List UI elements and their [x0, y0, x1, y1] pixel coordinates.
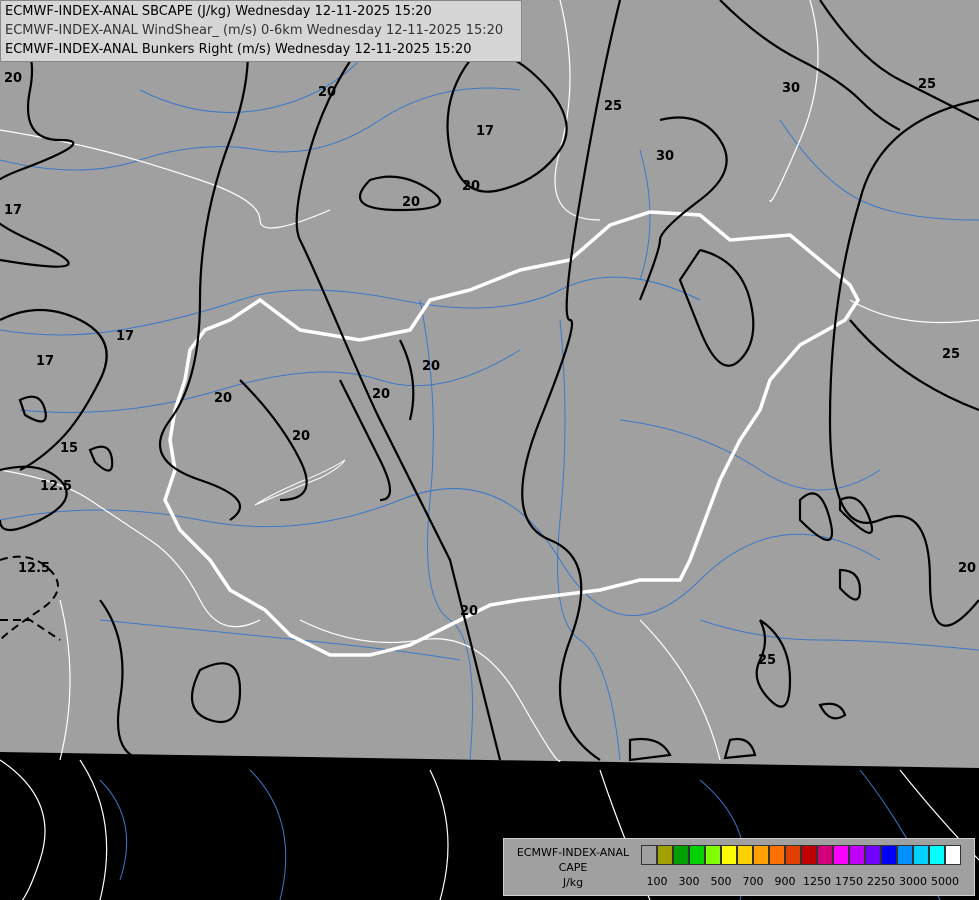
legend-swatch [785, 845, 801, 865]
legend-swatches [641, 845, 961, 867]
contour-label: 20 [4, 71, 22, 86]
contour-label: 25 [942, 347, 960, 362]
legend-tick-label: 100 [646, 875, 668, 888]
legend-swatch [737, 845, 753, 865]
legend-model: ECMWF-INDEX-ANAL [516, 846, 630, 859]
title-box: ECMWF-INDEX-ANAL SBCAPE (J/kg) Wednesday… [0, 0, 522, 62]
contour-label: 20 [462, 179, 480, 194]
model-domain [0, 0, 979, 768]
contour-label: 30 [782, 81, 800, 96]
contour-label: 12.5 [40, 479, 72, 494]
legend-title: ECMWF-INDEX-ANAL CAPE J/kg [508, 845, 638, 890]
legend-swatch [833, 845, 849, 865]
legend-tick-label: 700 [742, 875, 764, 888]
contour-label: 17 [4, 203, 22, 218]
contour-label: 15 [60, 441, 78, 456]
legend-tick-label: 3000 [899, 875, 927, 888]
title-line-sbcape: ECMWF-INDEX-ANAL SBCAPE (J/kg) Wednesday… [5, 4, 432, 19]
contour-label: 25 [918, 77, 936, 92]
contour-label: 17 [116, 329, 134, 344]
weather-map: 20 17 17 17 15 12.5 12.5 20 20 20 20 20 … [0, 0, 979, 900]
contour-label: 25 [604, 99, 622, 114]
legend-swatch [769, 845, 785, 865]
legend-swatch [817, 845, 833, 865]
contour-label: 20 [318, 85, 336, 100]
legend-unit: J/kg [562, 876, 584, 889]
title-line-windshear: ECMWF-INDEX-ANAL WindShear_ (m/s) 0-6km … [5, 23, 504, 38]
legend-swatch [753, 845, 769, 865]
legend-ticks: 100 300 500 700 900 1250 1750 2250 3000 5000 [641, 875, 971, 889]
legend-swatch [801, 845, 817, 865]
contour-label: 25 [758, 653, 776, 668]
contour-label: 20 [958, 561, 976, 576]
legend-tick-label: 900 [774, 875, 796, 888]
cape-legend: ECMWF-INDEX-ANAL CAPE J/kg 100 300 500 700 9… [503, 838, 975, 896]
contour-label: 20 [460, 604, 478, 619]
contour-label: 20 [422, 359, 440, 374]
legend-tick-label: 5000 [931, 875, 959, 888]
legend-swatch [689, 845, 705, 865]
legend-tick-label: 1750 [835, 875, 863, 888]
legend-tick-label: 300 [678, 875, 700, 888]
legend-swatch [913, 845, 929, 865]
contour-label: 20 [372, 387, 390, 402]
contour-label: 20 [292, 429, 310, 444]
legend-swatch [849, 845, 865, 865]
legend-swatch [641, 845, 657, 865]
legend-tick-label: 2250 [867, 875, 895, 888]
contour-label: 30 [656, 149, 674, 164]
contour-label: 20 [402, 195, 420, 210]
legend-tick-label: 500 [710, 875, 732, 888]
legend-swatch [705, 845, 721, 865]
legend-swatch [721, 845, 737, 865]
title-line-bunkers: ECMWF-INDEX-ANAL Bunkers Right (m/s) Wed… [5, 42, 472, 57]
contour-label: 12.5 [18, 561, 50, 576]
legend-swatch [657, 845, 673, 865]
legend-swatch [881, 845, 897, 865]
legend-swatch [929, 845, 945, 865]
contour-label: 17 [476, 124, 494, 139]
legend-variable: CAPE [558, 861, 588, 874]
contour-label: 20 [214, 391, 232, 406]
legend-tick-label: 1250 [803, 875, 831, 888]
contour-label: 17 [36, 354, 54, 369]
legend-swatch [897, 845, 913, 865]
legend-swatch [865, 845, 881, 865]
legend-swatch [673, 845, 689, 865]
legend-swatch [945, 845, 961, 865]
